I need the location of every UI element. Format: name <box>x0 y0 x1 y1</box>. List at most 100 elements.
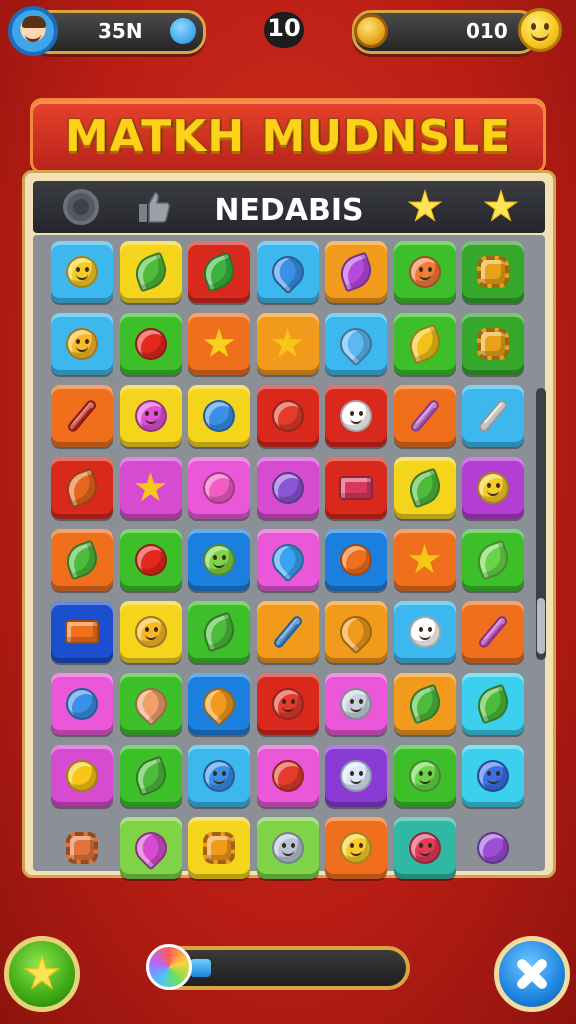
tile[interactable] <box>393 817 456 879</box>
tile[interactable] <box>256 745 319 807</box>
tile[interactable] <box>393 745 456 807</box>
tile[interactable] <box>188 817 250 879</box>
tile[interactable] <box>119 241 182 303</box>
tile[interactable] <box>51 385 113 447</box>
face-icon <box>408 760 441 792</box>
tile[interactable] <box>462 817 524 879</box>
stick-icon <box>408 398 441 434</box>
tile[interactable] <box>188 529 250 591</box>
tile[interactable] <box>325 745 387 807</box>
tile[interactable] <box>188 457 250 519</box>
tile[interactable] <box>51 601 113 663</box>
tile[interactable] <box>119 673 182 735</box>
tile[interactable] <box>393 313 456 375</box>
face-icon <box>477 472 509 504</box>
starshape-icon <box>135 472 166 502</box>
tile[interactable] <box>51 745 113 807</box>
moves-value: 10 <box>267 14 301 42</box>
drop-icon <box>127 681 174 727</box>
tile[interactable] <box>119 745 182 807</box>
smiley-icon[interactable] <box>518 8 562 52</box>
tile[interactable] <box>119 601 182 663</box>
tile[interactable] <box>325 601 387 663</box>
gem-icon <box>170 18 196 44</box>
tile[interactable] <box>462 241 524 303</box>
tile[interactable] <box>256 385 319 447</box>
tile[interactable] <box>51 817 113 879</box>
scrollbar-thumb[interactable] <box>537 598 545 654</box>
board-header: NEDABIS <box>33 181 545 233</box>
tile[interactable] <box>256 601 319 663</box>
ball-icon <box>203 400 235 432</box>
ball-icon <box>66 688 98 720</box>
ball-icon <box>477 832 509 864</box>
face-icon <box>134 616 167 648</box>
tile[interactable] <box>325 241 387 303</box>
gear-icon <box>477 328 509 360</box>
tile[interactable] <box>51 673 113 735</box>
leaf-icon <box>472 539 514 581</box>
tile[interactable] <box>325 385 387 447</box>
drop-icon <box>333 609 379 655</box>
ball-icon <box>66 760 98 792</box>
tile[interactable] <box>393 457 456 519</box>
tile-grid <box>33 235 545 879</box>
ball-icon <box>134 544 167 576</box>
leaf-icon <box>335 251 377 293</box>
starshape-icon <box>203 328 235 358</box>
tile[interactable] <box>393 385 456 447</box>
tile[interactable] <box>188 601 250 663</box>
tile[interactable] <box>51 313 113 375</box>
tile[interactable] <box>188 745 250 807</box>
tile[interactable] <box>462 529 524 591</box>
tile[interactable] <box>462 313 524 375</box>
close-button[interactable] <box>494 936 570 1012</box>
tile[interactable] <box>462 385 524 447</box>
tile[interactable] <box>256 529 319 591</box>
star-button[interactable] <box>4 936 80 1012</box>
tile[interactable] <box>256 817 319 879</box>
tile[interactable] <box>188 313 250 375</box>
tile[interactable] <box>256 673 319 735</box>
tile[interactable] <box>188 673 250 735</box>
coin-icon <box>354 14 388 48</box>
tile[interactable] <box>119 385 182 447</box>
tile[interactable] <box>51 529 113 591</box>
tile[interactable] <box>462 601 524 663</box>
tile[interactable] <box>119 817 182 879</box>
tile[interactable] <box>119 457 182 519</box>
tile[interactable] <box>51 457 113 519</box>
game-title: MATKH MUDNSLE <box>64 110 512 162</box>
face-icon <box>340 760 372 792</box>
tile[interactable] <box>256 241 319 303</box>
tile[interactable] <box>325 673 387 735</box>
leaf-icon <box>198 611 240 653</box>
avatar[interactable] <box>8 6 58 56</box>
face-icon <box>66 328 98 360</box>
tile[interactable] <box>393 601 456 663</box>
tile[interactable] <box>462 745 524 807</box>
tile[interactable] <box>393 673 456 735</box>
tile[interactable] <box>325 313 387 375</box>
tile[interactable] <box>462 673 524 735</box>
drop-icon <box>196 681 242 727</box>
tile[interactable] <box>119 313 182 375</box>
tile[interactable] <box>256 457 319 519</box>
tile[interactable] <box>119 529 182 591</box>
starshape-icon <box>409 544 440 574</box>
tile[interactable] <box>325 457 387 519</box>
tile[interactable] <box>188 241 250 303</box>
leaf-icon <box>129 251 172 293</box>
star-icon <box>23 955 61 990</box>
scrollbar[interactable] <box>536 388 546 660</box>
leaf-icon <box>403 683 446 725</box>
face-icon <box>203 760 235 792</box>
tile[interactable] <box>256 313 319 375</box>
tile[interactable] <box>325 529 387 591</box>
tile[interactable] <box>325 817 387 879</box>
tile[interactable] <box>51 241 113 303</box>
tile[interactable] <box>188 385 250 447</box>
tile[interactable] <box>462 457 524 519</box>
tile[interactable] <box>393 529 456 591</box>
tile[interactable] <box>393 241 456 303</box>
